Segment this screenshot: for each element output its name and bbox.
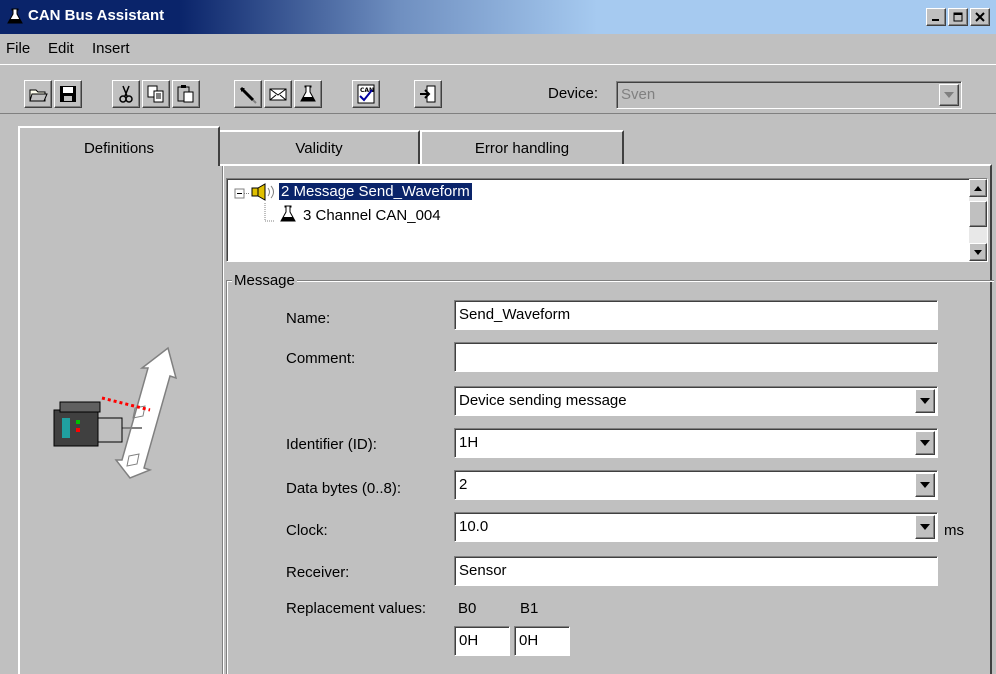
direction-select[interactable]: Device sending message bbox=[454, 386, 938, 416]
clock-value: 10.0 bbox=[459, 518, 489, 535]
receiver-field[interactable]: Sensor bbox=[454, 556, 938, 586]
comment-field[interactable] bbox=[454, 342, 938, 372]
copy-icon bbox=[147, 85, 164, 103]
channel-button[interactable] bbox=[294, 80, 322, 108]
can-check-button[interactable]: CAN bbox=[352, 80, 380, 108]
chevron-down-icon bbox=[944, 92, 954, 98]
clock-select[interactable]: 10.0 bbox=[454, 512, 938, 542]
chevron-down-icon bbox=[920, 440, 930, 446]
menu-insert[interactable]: Insert bbox=[92, 40, 130, 57]
window-title: CAN Bus Assistant bbox=[28, 7, 165, 24]
open-button[interactable] bbox=[24, 80, 52, 108]
import-icon bbox=[420, 85, 436, 103]
chevron-down-icon bbox=[920, 398, 930, 404]
b1-field[interactable]: 0H bbox=[514, 626, 570, 656]
flask-icon bbox=[280, 205, 296, 222]
menu-edit[interactable]: Edit bbox=[48, 40, 74, 57]
probe-button[interactable] bbox=[234, 80, 262, 108]
scroll-up-button[interactable] bbox=[969, 179, 987, 197]
minimize-icon bbox=[932, 19, 939, 21]
can-check-icon: CAN bbox=[357, 84, 375, 104]
tree-item-message[interactable]: 2 Message Send_Waveform bbox=[279, 183, 472, 200]
close-icon bbox=[975, 12, 985, 22]
flask-icon bbox=[7, 8, 23, 24]
device-combobox[interactable]: Sven bbox=[616, 81, 962, 109]
tab-definitions[interactable]: Definitions bbox=[18, 126, 220, 166]
databytes-select[interactable]: 2 bbox=[454, 470, 938, 500]
menu-file[interactable]: File bbox=[6, 40, 30, 57]
identifier-dropdown-button[interactable] bbox=[915, 431, 935, 455]
databytes-value: 2 bbox=[459, 476, 468, 493]
clock-unit: ms bbox=[944, 522, 964, 539]
device-bus-illustration bbox=[53, 346, 178, 479]
tab-error-handling[interactable]: Error handling bbox=[420, 130, 624, 164]
name-label: Name: bbox=[286, 310, 331, 327]
paste-icon bbox=[177, 85, 194, 103]
menu-bar: File Edit Insert bbox=[0, 34, 996, 64]
speaker-icon bbox=[251, 183, 274, 201]
open-folder-icon bbox=[29, 89, 48, 102]
import-button[interactable] bbox=[414, 80, 442, 108]
comment-label: Comment: bbox=[286, 350, 356, 367]
chevron-down-icon bbox=[920, 482, 930, 488]
message-tree[interactable]: 2 Message Send_Waveform 3 Channel CAN_00… bbox=[226, 178, 988, 262]
title-bar[interactable]: CAN Bus Assistant bbox=[0, 0, 996, 34]
direction-value: Device sending message bbox=[459, 392, 627, 409]
copy-button[interactable] bbox=[142, 80, 170, 108]
b1-label: B1 bbox=[520, 600, 539, 617]
flask-icon bbox=[300, 85, 316, 102]
scissors-icon bbox=[119, 85, 133, 103]
chevron-down-icon bbox=[974, 249, 982, 255]
identifier-label: Identifier (ID): bbox=[286, 436, 377, 453]
b0-field[interactable]: 0H bbox=[454, 626, 510, 656]
panel-divider bbox=[222, 166, 224, 674]
chevron-down-icon bbox=[920, 524, 930, 530]
chevron-up-icon bbox=[974, 185, 982, 191]
databytes-dropdown-button[interactable] bbox=[915, 473, 935, 497]
close-button[interactable] bbox=[970, 8, 990, 26]
maximize-icon bbox=[953, 12, 963, 22]
message-group-title: Message bbox=[232, 272, 297, 289]
scroll-down-button[interactable] bbox=[969, 243, 987, 261]
toolbar: CAN Device: Sven bbox=[0, 64, 996, 114]
databytes-label: Data bytes (0..8): bbox=[286, 480, 402, 497]
name-field[interactable]: Send_Waveform bbox=[454, 300, 938, 330]
identifier-select[interactable]: 1H bbox=[454, 428, 938, 458]
device-dropdown-button[interactable] bbox=[939, 84, 959, 106]
clock-dropdown-button[interactable] bbox=[915, 515, 935, 539]
scroll-thumb[interactable] bbox=[969, 201, 987, 227]
identifier-value: 1H bbox=[459, 434, 479, 451]
device-label: Device: bbox=[548, 85, 599, 102]
b0-label: B0 bbox=[458, 600, 477, 617]
device-value: Sven bbox=[621, 86, 656, 103]
maximize-button[interactable] bbox=[948, 8, 968, 26]
receiver-label: Receiver: bbox=[286, 564, 350, 581]
clock-label: Clock: bbox=[286, 522, 328, 539]
tab-validity[interactable]: Validity bbox=[220, 130, 420, 164]
probe-icon bbox=[239, 86, 257, 104]
paste-button[interactable] bbox=[172, 80, 200, 108]
cut-button[interactable] bbox=[112, 80, 140, 108]
save-button[interactable] bbox=[54, 80, 82, 108]
tree-item-channel[interactable]: 3 Channel CAN_004 bbox=[303, 207, 441, 224]
tree-scrollbar[interactable] bbox=[969, 179, 987, 261]
replacement-values-label: Replacement values: bbox=[286, 600, 427, 617]
direction-dropdown-button[interactable] bbox=[915, 389, 935, 413]
minimize-button[interactable] bbox=[926, 8, 946, 26]
envelope-icon bbox=[269, 88, 287, 101]
message-button[interactable] bbox=[264, 80, 292, 108]
save-icon bbox=[60, 86, 76, 102]
